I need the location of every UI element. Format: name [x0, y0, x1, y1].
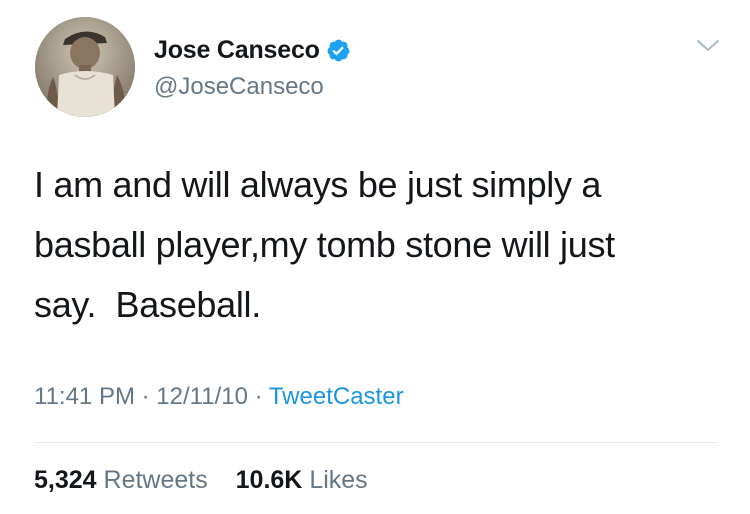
retweets-stat[interactable]: 5,324 Retweets: [34, 466, 215, 494]
meta-separator: ·: [141, 383, 150, 410]
likes-stat[interactable]: 10.6K Likes: [236, 466, 368, 494]
likes-count: 10.6K: [235, 466, 303, 494]
tweet-stats: 5,324 Retweets 10.6K Likes: [34, 466, 368, 495]
avatar[interactable]: [35, 17, 135, 117]
divider: [34, 442, 718, 443]
tweet-meta: 11:41 PM · 12/11/10 · TweetCaster: [34, 383, 404, 411]
retweets-count: 5,324: [34, 466, 97, 494]
tweet-date[interactable]: 12/11/10: [156, 383, 248, 410]
likes-label: Likes: [309, 466, 368, 494]
chevron-down-icon[interactable]: [694, 36, 722, 56]
display-name[interactable]: Jose Canseco: [154, 36, 320, 65]
tweet-card: Jose Canseco @JoseCanseco I am and will …: [0, 0, 750, 514]
verified-badge-icon: [326, 38, 351, 63]
retweets-label: Retweets: [103, 466, 208, 494]
tweet-source-link[interactable]: TweetCaster: [269, 383, 404, 410]
author-handle[interactable]: @JoseCanseco: [154, 73, 324, 101]
tweet-text: I am and will always be just simply a ba…: [34, 164, 615, 325]
profile-photo-icon: [35, 17, 135, 117]
tweet-time[interactable]: 11:41 PM: [34, 383, 135, 410]
author-name-row[interactable]: Jose Canseco: [154, 33, 351, 67]
meta-separator: ·: [254, 383, 263, 410]
